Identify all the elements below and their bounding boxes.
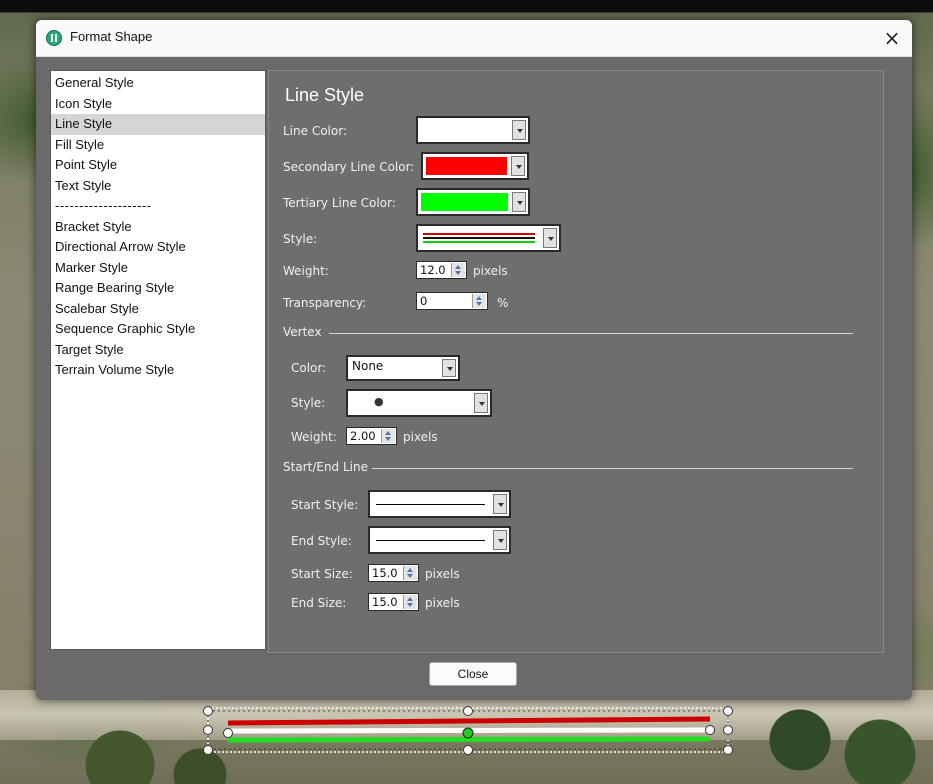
- style-list-item[interactable]: Line Style: [51, 114, 265, 135]
- start-end-divider: [372, 468, 853, 469]
- weight-unit: pixels: [473, 264, 508, 278]
- secondary-line-color-combo[interactable]: [421, 152, 529, 180]
- end-size-value[interactable]: 15.0: [372, 594, 398, 610]
- vertex-divider: [329, 333, 853, 334]
- line-style-combo[interactable]: [416, 224, 561, 252]
- start-style-preview: [376, 504, 485, 505]
- chevron-down-icon[interactable]: [543, 228, 557, 248]
- chevron-down-icon[interactable]: [474, 393, 488, 413]
- spinner-arrows-icon[interactable]: [472, 294, 486, 308]
- vertex-weight-label: Weight:: [291, 430, 337, 444]
- app-globe-icon: [46, 30, 62, 46]
- chevron-down-icon[interactable]: [493, 530, 507, 550]
- secondary-color-swatch: [426, 157, 507, 175]
- style-label: Style:: [283, 232, 318, 246]
- close-button[interactable]: Close: [429, 662, 517, 686]
- vertex-handle[interactable]: [223, 728, 233, 738]
- chevron-down-icon[interactable]: [512, 120, 526, 140]
- tertiary-color-swatch: [421, 193, 508, 211]
- tertiary-line: [227, 736, 711, 743]
- vertex-color-label: Color:: [291, 361, 327, 375]
- vertex-handle[interactable]: [705, 725, 715, 735]
- style-list-item[interactable]: Fill Style: [51, 135, 265, 156]
- style-list-item[interactable]: Range Bearing Style: [51, 278, 265, 299]
- start-size-value[interactable]: 15.0: [372, 565, 398, 581]
- line-color-combo[interactable]: [416, 116, 530, 144]
- resize-handle[interactable]: [723, 706, 733, 716]
- window-title: Format Shape: [70, 29, 153, 44]
- vertex-weight-unit: pixels: [403, 430, 438, 444]
- transparency-value[interactable]: 0: [420, 293, 427, 309]
- end-style-label: End Style:: [291, 534, 352, 548]
- spinner-arrows-icon[interactable]: [451, 263, 465, 277]
- spinner-arrows-icon[interactable]: [403, 566, 417, 580]
- start-style-label: Start Style:: [291, 498, 359, 512]
- style-list-item[interactable]: General Style: [51, 73, 265, 94]
- line-color-swatch: [421, 121, 508, 139]
- chevron-down-icon[interactable]: [512, 192, 526, 212]
- style-list-item[interactable]: Terrain Volume Style: [51, 360, 265, 381]
- chevron-down-icon[interactable]: [442, 359, 456, 377]
- resize-handle[interactable]: [203, 745, 213, 755]
- vertex-weight-spinner[interactable]: 2.00: [346, 427, 397, 445]
- start-size-spinner[interactable]: 15.0: [368, 564, 419, 582]
- end-style-combo[interactable]: [368, 526, 511, 554]
- title-bar[interactable]: Format Shape ×: [36, 20, 912, 57]
- end-size-label: End Size:: [291, 596, 347, 610]
- start-end-section-label: Start/End Line: [283, 460, 368, 474]
- style-list-item[interactable]: Point Style: [51, 155, 265, 176]
- style-list-item[interactable]: Text Style: [51, 176, 265, 197]
- format-shape-dialog: Format Shape × General Style Icon Style Li…: [36, 20, 912, 700]
- transparency-unit: %: [497, 296, 509, 310]
- vertex-style-label: Style:: [291, 396, 326, 410]
- spinner-arrows-icon[interactable]: [381, 429, 395, 443]
- panel-title: Line Style: [285, 85, 365, 105]
- weight-label: Weight:: [283, 264, 329, 278]
- transparency-spinner[interactable]: 0: [416, 292, 488, 310]
- resize-handle[interactable]: [463, 745, 473, 755]
- vertex-dot-glyph: ●: [374, 395, 384, 408]
- tertiary-line-color-label: Tertiary Line Color:: [283, 196, 396, 210]
- line-style-panel: Line Style Line Color: Secondary Line Co…: [268, 70, 884, 653]
- secondary-line-color-label: Secondary Line Color:: [283, 160, 415, 174]
- secondary-line: [227, 716, 711, 726]
- resize-handle[interactable]: [723, 745, 733, 755]
- style-list-item[interactable]: Scalebar Style: [51, 299, 265, 320]
- weight-value[interactable]: 12.0: [420, 262, 446, 278]
- spinner-arrows-icon[interactable]: [403, 595, 417, 609]
- close-icon[interactable]: ×: [878, 24, 906, 52]
- start-size-label: Start Size:: [291, 567, 353, 581]
- end-size-unit: pixels: [425, 596, 460, 610]
- vertex-weight-value[interactable]: 2.00: [350, 428, 376, 444]
- start-size-unit: pixels: [425, 567, 460, 581]
- weight-spinner[interactable]: 12.0: [416, 261, 467, 279]
- style-category-list[interactable]: General Style Icon Style Line Style Fill St…: [50, 70, 266, 650]
- vertex-section-label: Vertex: [283, 325, 322, 339]
- resize-handle[interactable]: [463, 706, 473, 716]
- style-list-item[interactable]: Sequence Graphic Style: [51, 319, 265, 340]
- style-list-item[interactable]: Marker Style: [51, 258, 265, 279]
- line-color-label: Line Color:: [283, 124, 347, 138]
- list-separator: --------------------: [55, 198, 152, 213]
- resize-handle[interactable]: [723, 725, 733, 735]
- line-style-preview: [423, 233, 535, 243]
- tertiary-line-color-combo[interactable]: [416, 188, 530, 216]
- style-list-item[interactable]: Icon Style: [51, 94, 265, 115]
- resize-handle[interactable]: [203, 706, 213, 716]
- style-list-item[interactable]: Target Style: [51, 340, 265, 361]
- vertex-style-combo[interactable]: ●: [346, 389, 492, 417]
- end-size-spinner[interactable]: 15.0: [368, 593, 419, 611]
- chevron-down-icon[interactable]: [511, 156, 525, 176]
- style-list-item[interactable]: Directional Arrow Style: [51, 237, 265, 258]
- vertex-handle[interactable]: [462, 727, 474, 739]
- vertex-color-combo[interactable]: None: [346, 355, 460, 381]
- chevron-down-icon[interactable]: [493, 494, 507, 514]
- resize-handle[interactable]: [203, 725, 213, 735]
- end-style-preview: [376, 540, 485, 541]
- start-style-combo[interactable]: [368, 490, 511, 518]
- vertex-color-value: None: [352, 359, 384, 373]
- style-list-item[interactable]: Bracket Style: [51, 217, 265, 238]
- transparency-label: Transparency:: [283, 296, 367, 310]
